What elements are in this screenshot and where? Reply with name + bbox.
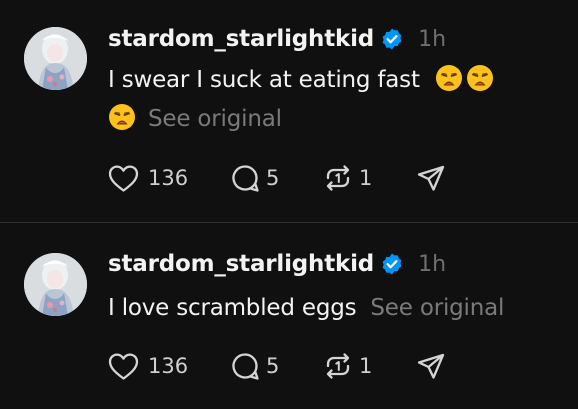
avatar[interactable] (24, 27, 87, 90)
send-icon (417, 165, 445, 191)
repost-button[interactable]: 1 (323, 163, 416, 193)
heart-icon (108, 352, 139, 380)
like-count: 136 (148, 166, 189, 190)
post-text: I love scrambled eggs See original (108, 289, 548, 328)
comment-icon (232, 353, 259, 380)
post-actions: 136 5 1 (108, 349, 446, 383)
share-button[interactable] (416, 351, 446, 381)
post-header: stardom_starlightkid 1h (108, 23, 446, 55)
threads-feed: stardom_starlightkid 1h I swear I suck a… (0, 0, 578, 409)
repost-icon (326, 353, 350, 379)
like-count: 136 (148, 354, 189, 378)
timestamp: 1h (418, 26, 447, 52)
repost-count: 1 (359, 166, 373, 190)
post[interactable]: stardom_starlightkid 1h I swear I suck a… (0, 0, 578, 222)
post-header: stardom_starlightkid 1h (108, 248, 446, 280)
post-actions: 136 5 1 (108, 161, 446, 195)
username[interactable]: stardom_starlightkid (108, 26, 374, 52)
share-button[interactable] (416, 163, 446, 193)
post[interactable]: stardom_starlightkid 1h I love scrambled… (0, 223, 578, 409)
heart-icon (108, 164, 139, 192)
like-button[interactable]: 136 (108, 352, 230, 381)
send-icon (417, 353, 445, 379)
verified-badge-icon (380, 27, 404, 51)
username[interactable]: stardom_starlightkid (108, 251, 374, 277)
avatar[interactable] (24, 253, 87, 316)
avatar-image (24, 253, 87, 316)
post-text-content: I swear I suck at eating fast (108, 67, 420, 93)
reply-button[interactable]: 5 (230, 351, 323, 381)
reply-count: 5 (266, 354, 280, 378)
post-text-content: I love scrambled eggs (108, 295, 357, 321)
verified-badge-icon (380, 252, 404, 276)
see-original-link[interactable]: See original (148, 106, 282, 132)
repost-count: 1 (359, 354, 373, 378)
see-original-link[interactable]: See original (370, 295, 504, 321)
weary-face-emoji (435, 64, 463, 92)
avatar-image (24, 27, 87, 90)
weary-face-emoji (108, 103, 136, 131)
reply-button[interactable]: 5 (230, 163, 323, 193)
post-text: I swear I suck at eating fast See origin… (108, 61, 548, 139)
weary-face-emoji (466, 64, 494, 92)
timestamp: 1h (418, 251, 447, 277)
repost-icon (326, 165, 350, 191)
repost-button[interactable]: 1 (323, 351, 416, 381)
like-button[interactable]: 136 (108, 164, 230, 193)
comment-icon (232, 165, 259, 192)
reply-count: 5 (266, 166, 280, 190)
